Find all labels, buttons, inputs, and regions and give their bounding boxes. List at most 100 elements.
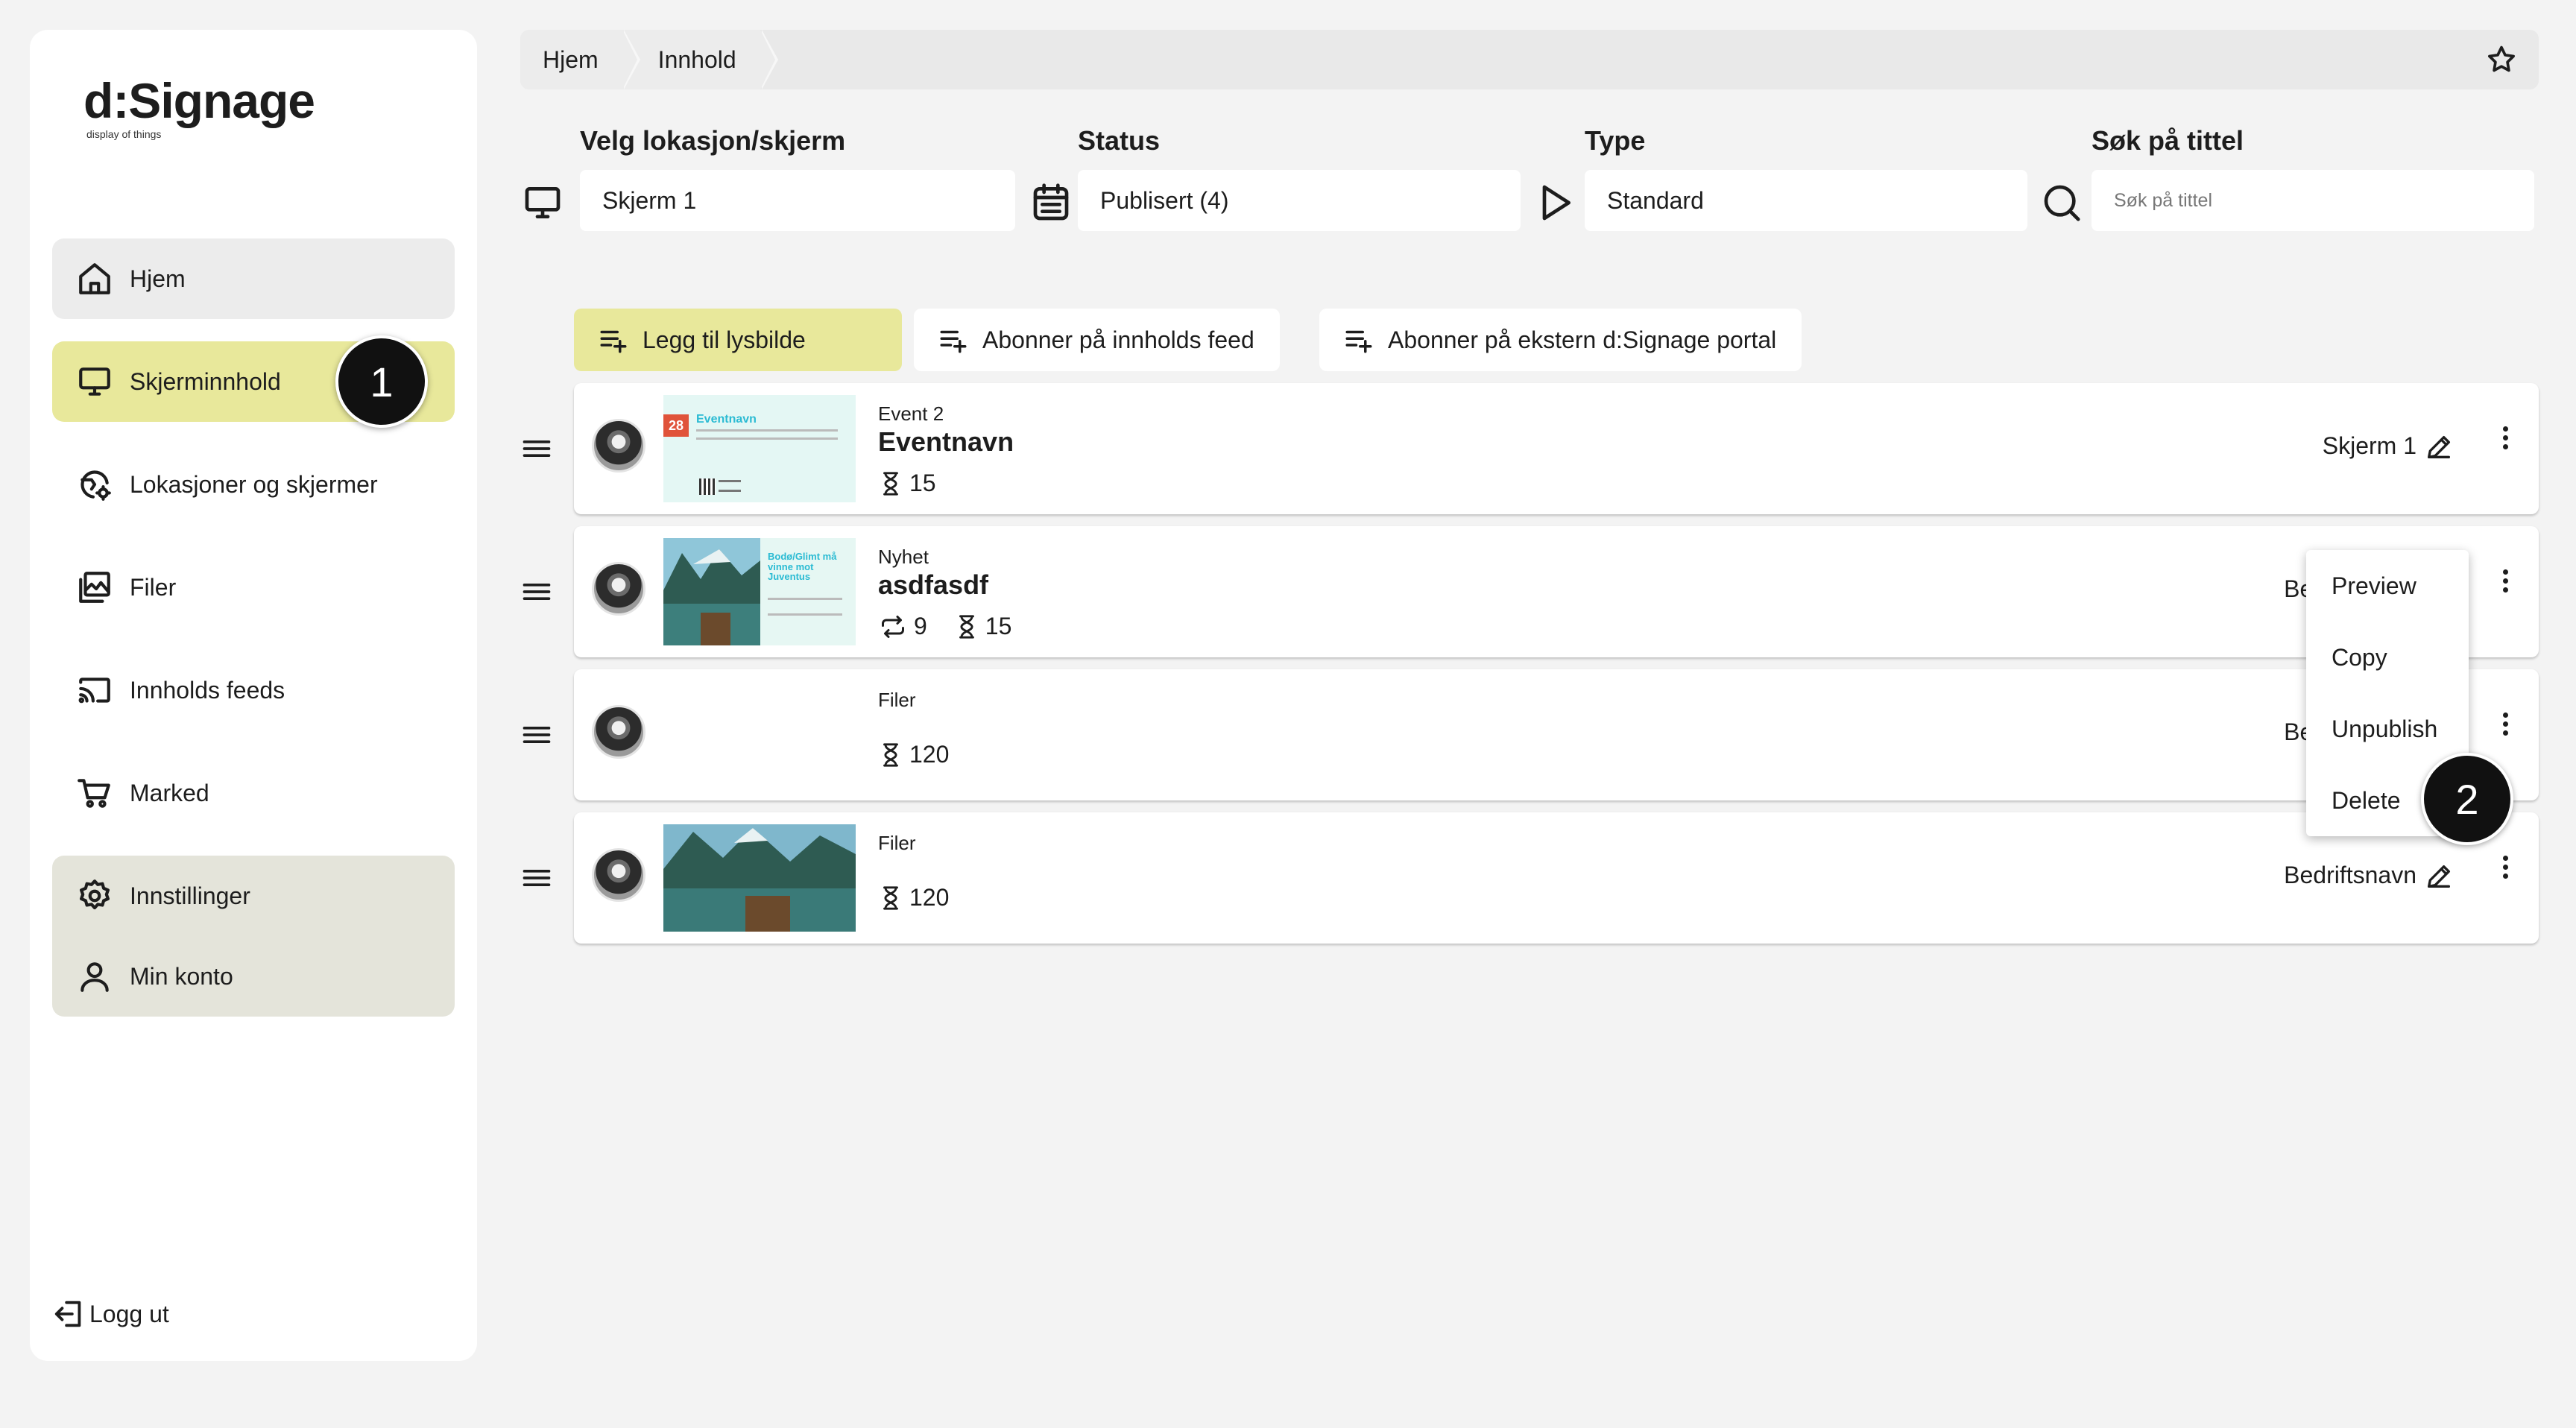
breadcrumb-item-innhold[interactable]: Innhold <box>622 30 778 89</box>
hourglass-icon <box>883 471 898 496</box>
sidebar-item-label: Innstillinger <box>130 882 250 909</box>
sidebar-item-label: Skjerminnhold <box>130 367 281 395</box>
location-select[interactable]: Skjerm 1 <box>580 170 1015 231</box>
add-slide-button[interactable]: Legg til lysbilde <box>574 309 902 371</box>
sidebar-item-innstillinger[interactable]: Innstillinger <box>52 856 455 936</box>
table-row[interactable]: 28 Eventnavn Event 2 Eventnavn 15 Skjerm… <box>574 383 2539 514</box>
sidebar-item-lokasjoner[interactable]: Lokasjoner og skjermer <box>52 444 455 525</box>
sidebar-item-filer[interactable]: Filer <box>52 547 455 628</box>
row-meta: 120 <box>878 884 949 912</box>
drag-handle-icon[interactable] <box>520 718 553 751</box>
sidebar-item-min-konto[interactable]: Min konto <box>52 936 455 1017</box>
slide-thumbnail: Bodø/Glimt må vinne mot Juventus <box>663 538 856 645</box>
sidebar-item-label: Hjem <box>130 265 186 292</box>
row-meta: 9 15 <box>878 613 1011 640</box>
search-filter-label: Søk på tittel <box>2092 125 2244 156</box>
sidebar-item-marked[interactable]: Marked <box>52 753 455 833</box>
user-icon <box>80 962 109 992</box>
qr-code-icon <box>699 478 716 495</box>
brand-tagline: display of things <box>86 128 162 140</box>
slide-thumbnail: 28 Eventnavn <box>663 395 856 502</box>
play-icon <box>1542 185 1570 221</box>
avatar <box>592 848 645 902</box>
drag-handle-icon[interactable] <box>520 432 553 465</box>
cart-icon <box>78 779 110 808</box>
duration-value: 120 <box>909 884 950 911</box>
type-select-value: Standard <box>1607 186 1704 214</box>
breadcrumb-item-hjem[interactable]: Hjem <box>520 30 640 89</box>
table-row[interactable]: Filer 120 Bedriftsnavn <box>574 669 2539 800</box>
search-icon <box>2044 185 2080 221</box>
drag-handle-icon[interactable] <box>520 862 553 894</box>
home-icon <box>79 263 110 294</box>
sidebar-item-label: Min konto <box>130 962 233 990</box>
avatar <box>592 419 645 473</box>
edit-icon[interactable] <box>2424 862 2454 891</box>
search-input[interactable]: Søk på tittel <box>2092 170 2534 231</box>
logout-label: Logg ut <box>89 1300 169 1327</box>
row-meta: 120 <box>878 741 949 768</box>
breadcrumb: Hjem Innhold <box>520 30 2539 89</box>
repeat-icon <box>882 615 904 638</box>
thumbnail-title: Bodø/Glimt må vinne mot Juventus <box>768 551 837 583</box>
hourglass-icon <box>883 742 898 767</box>
subscribe-portal-button[interactable]: Abonner på ekstern d:Signage portal <box>1319 309 1802 371</box>
step-badge-2: 2 <box>2421 753 2513 845</box>
images-icon <box>79 572 110 603</box>
more-options-icon[interactable] <box>2500 713 2510 742</box>
status-select-value: Publisert (4) <box>1100 186 1229 214</box>
thumbnail-text-lines <box>696 429 838 440</box>
gear-icon <box>80 879 110 910</box>
more-options-icon[interactable] <box>2500 426 2510 456</box>
drag-handle-icon[interactable] <box>520 575 553 608</box>
playlist-add-icon <box>940 330 967 353</box>
row-location: Bedriftsnavn <box>2284 862 2416 888</box>
calendar-icon <box>1033 183 1069 221</box>
avatar <box>592 705 645 759</box>
type-select[interactable]: Standard <box>1585 170 2027 231</box>
row-meta: 15 <box>878 470 936 497</box>
sidebar-settings-group: Innstillinger Min konto <box>52 856 455 1017</box>
brand-logo[interactable]: d:Signage display of things <box>83 76 315 140</box>
step-badge-1: 1 <box>335 335 428 428</box>
menu-item-preview[interactable]: Preview <box>2306 550 2469 622</box>
row-title: Eventnavn <box>878 426 1014 457</box>
duration-value: 15 <box>909 470 936 496</box>
sidebar-item-hjem[interactable]: Hjem <box>52 238 455 319</box>
row-location: Skjerm 1 <box>2322 432 2416 459</box>
table-row[interactable]: Bodø/Glimt må vinne mot Juventus Nyhet a… <box>574 526 2539 657</box>
avatar <box>592 562 645 616</box>
sidebar-item-innholds-feeds[interactable]: Innholds feeds <box>52 650 455 730</box>
sidebar-item-label: Innholds feeds <box>130 676 285 704</box>
menu-item-copy[interactable]: Copy <box>2306 622 2469 693</box>
logout-button[interactable]: Logg ut <box>52 1297 169 1331</box>
more-options-icon[interactable] <box>2500 569 2510 599</box>
playlist-add-icon <box>600 330 627 353</box>
thumbnail-text-lines <box>768 598 842 616</box>
thumbnail-date: 28 <box>663 414 689 437</box>
fjord-photo <box>663 824 856 932</box>
table-row[interactable]: Filer 120 Bedriftsnavn <box>574 812 2539 944</box>
subscribe-portal-label: Abonner på ekstern d:Signage portal <box>1388 326 1777 353</box>
hourglass-icon <box>959 614 974 639</box>
duration-value: 15 <box>985 613 1012 639</box>
subscribe-feed-button[interactable]: Abonner på innholds feed <box>914 309 1280 371</box>
brand-name: d:Signage <box>83 73 315 128</box>
hourglass-icon <box>883 885 898 910</box>
type-filter-label: Type <box>1585 125 1646 156</box>
sidebar-item-label: Lokasjoner og skjermer <box>130 470 378 498</box>
menu-item-unpublish[interactable]: Unpublish <box>2306 693 2469 765</box>
edit-icon[interactable] <box>2424 432 2454 462</box>
add-slide-label: Legg til lysbilde <box>643 326 806 353</box>
row-category: Event 2 <box>878 402 944 425</box>
thumbnail-caption-lines <box>719 480 741 492</box>
location-settings-icon <box>80 470 111 501</box>
status-filter-label: Status <box>1078 125 1161 156</box>
monitor-icon <box>525 186 561 218</box>
sidebar: d:Signage display of things Hjem Skjermi… <box>30 30 477 1361</box>
repeat-value: 9 <box>914 613 927 639</box>
more-options-icon[interactable] <box>2500 856 2510 885</box>
star-icon[interactable] <box>2485 43 2518 76</box>
row-category: Filer <box>878 689 916 711</box>
status-select[interactable]: Publisert (4) <box>1078 170 1521 231</box>
